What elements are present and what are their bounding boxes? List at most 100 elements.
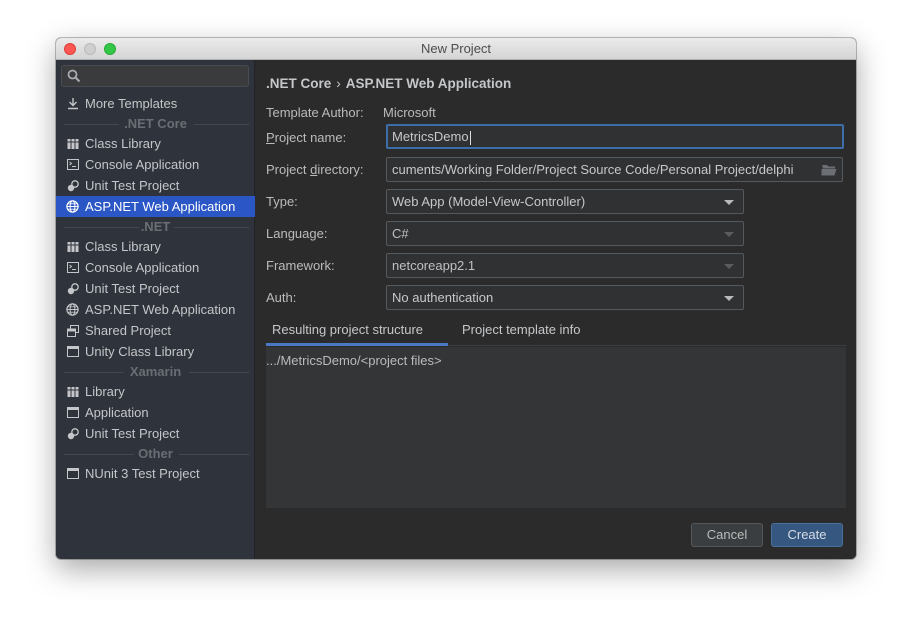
chevron-down-icon [724,232,734,237]
framework-value: netcoreapp2.1 [392,258,476,273]
chevron-down-icon [724,296,734,301]
window-icon [66,467,79,480]
unit-test-icon [66,427,79,440]
project-structure-path: .../MetricsDemo/<project files> [266,353,442,368]
close-window-button[interactable] [64,43,76,55]
sidebar-item-net-console-application[interactable]: Console Application [56,257,255,278]
project-name-value: MetricsDemo [392,129,469,144]
template-sidebar: More Templates .NET Core Class Library C… [56,60,255,559]
template-author-label: Template Author: [266,105,364,120]
project-settings-panel: .NET Core › ASP.NET Web Application Templa… [256,60,856,559]
breadcrumb-parent: .NET Core [266,76,332,91]
project-name-input[interactable]: MetricsDemo [386,124,844,149]
minimize-window-button[interactable] [84,43,96,55]
group-header-other: Other [56,444,255,463]
sidebar-item-net-class-library[interactable]: Class Library [56,236,255,257]
label-text: irectory: [317,162,364,177]
framework-label: Framework: [266,258,335,273]
title-bar: New Project [56,38,856,60]
chevron-down-icon [724,200,734,205]
console-icon [66,261,79,274]
sidebar-item-label: Console Application [85,260,200,275]
template-author-value: Microsoft [383,105,436,120]
folder-browse-icon[interactable] [821,163,837,176]
sidebar-item-netcore-unit-test-project[interactable]: Unit Test Project [56,175,255,196]
sidebar-item-label: Unit Test Project [85,281,180,296]
type-label: Type: [266,194,298,209]
project-directory-value: cuments/Working Folder/Project Source Co… [392,162,794,177]
sidebar-item-xamarin-unit-test-project[interactable]: Unit Test Project [56,423,255,444]
window-title: New Project [420,41,492,56]
sidebar-item-label: Unit Test Project [85,426,180,441]
more-templates-item[interactable]: More Templates [56,93,255,114]
window-icon [66,406,79,419]
sidebar-item-net-aspnet-web-application[interactable]: ASP.NET Web Application [56,299,255,320]
group-header-xamarin: Xamarin [56,362,255,381]
more-templates-label: More Templates [85,96,178,111]
globe-icon [66,303,79,316]
breadcrumb-current: ASP.NET Web Application [345,76,512,91]
sidebar-item-label: ASP.NET Web Application [85,199,236,214]
library-icon [66,385,79,398]
maximize-window-button[interactable] [104,43,116,55]
sidebar-item-net-unity-class-library[interactable]: Unity Class Library [56,341,255,362]
library-icon [66,137,79,150]
cancel-button[interactable]: Cancel [691,523,763,547]
tab-resulting-project-structure[interactable]: Resulting project structure [266,320,448,346]
sidebar-item-other-nunit3-test-project[interactable]: NUnit 3 Test Project [56,463,255,484]
sidebar-item-netcore-aspnet-web-application[interactable]: ASP.NET Web Application [56,196,255,217]
text-caret [469,130,471,145]
sidebar-item-label: Class Library [85,136,161,151]
tab-project-template-info[interactable]: Project template info [456,320,587,346]
sidebar-item-net-shared-project[interactable]: Shared Project [56,320,255,341]
info-tabs: Resulting project structure Project temp… [266,320,846,346]
project-name-label: Project name: [266,130,346,145]
project-directory-label: Project directory: [266,162,364,177]
create-button[interactable]: Create [771,523,843,547]
project-structure-panel: .../MetricsDemo/<project files> [266,347,846,508]
sidebar-item-netcore-console-application[interactable]: Console Application [56,154,255,175]
sidebar-item-label: Unity Class Library [85,344,195,359]
breadcrumb-separator: › [336,76,341,91]
search-icon [67,69,81,83]
console-icon [66,158,79,171]
type-value: Web App (Model-View-Controller) [392,194,586,209]
download-icon [66,97,79,110]
auth-value: No authentication [392,290,494,305]
group-header-net-core: .NET Core [56,114,255,133]
sidebar-item-label: Unit Test Project [85,178,180,193]
sidebar-item-xamarin-application[interactable]: Application [56,402,255,423]
shared-project-icon [66,324,79,337]
sidebar-item-label: Application [85,405,149,420]
framework-dropdown[interactable]: netcoreapp2.1 [386,253,744,278]
sidebar-item-net-unit-test-project[interactable]: Unit Test Project [56,278,255,299]
sidebar-item-label: Class Library [85,239,161,254]
template-list: More Templates .NET Core Class Library C… [56,93,255,484]
library-icon [66,240,79,253]
type-dropdown[interactable]: Web App (Model-View-Controller) [386,189,744,214]
window-icon [66,345,79,358]
template-search-input[interactable] [61,65,249,87]
chevron-down-icon [724,264,734,269]
new-project-dialog: New Project More Templates .NET Core Cla… [56,38,856,559]
label-text: Project [266,162,311,177]
group-header-net: .NET [56,217,255,236]
auth-dropdown[interactable]: No authentication [386,285,744,310]
language-value: C# [392,226,409,241]
language-dropdown[interactable]: C# [386,221,744,246]
mnemonic: P [266,130,275,145]
label-text: roject name: [274,130,347,145]
globe-icon [66,200,79,213]
sidebar-item-label: ASP.NET Web Application [85,302,236,317]
language-label: Language: [266,226,328,241]
sidebar-item-xamarin-library[interactable]: Library [56,381,255,402]
sidebar-item-label: Library [85,384,125,399]
breadcrumb: .NET Core › ASP.NET Web Application [266,76,511,91]
project-directory-input[interactable]: cuments/Working Folder/Project Source Co… [386,157,843,182]
auth-label: Auth: [266,290,297,305]
unit-test-icon [66,179,79,192]
sidebar-item-netcore-class-library[interactable]: Class Library [56,133,255,154]
sidebar-item-label: Console Application [85,157,200,172]
unit-test-icon [66,282,79,295]
sidebar-item-label: NUnit 3 Test Project [85,466,200,481]
